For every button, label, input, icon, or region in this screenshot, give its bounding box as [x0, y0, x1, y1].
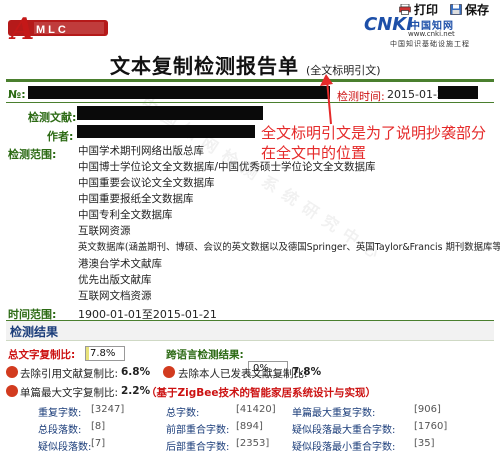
total-ratio-label: 总文字复制比: — [8, 349, 76, 361]
list-item: 互联网文档资源 — [78, 289, 152, 302]
stat-label: 前部重合字数: — [166, 425, 230, 436]
list-item: 中国博士学位论文全文数据库/中国优秀硕士学位论文全文数据库 — [78, 161, 376, 174]
list-item: 中国学术期刊网络出版总库 — [78, 145, 204, 157]
document-label: 检测文献: — [28, 111, 77, 124]
detect-time-redacted — [438, 86, 478, 99]
svg-text:MLC: MLC — [36, 24, 69, 36]
list-item: 互联网资源 — [78, 225, 131, 238]
list-item: 中国重要会议论文全文数据库 — [78, 177, 215, 190]
excl-self-value: 7.8% — [292, 366, 322, 378]
header-divider — [6, 79, 494, 82]
stat-value: [1760] — [414, 421, 448, 432]
warning-icon — [163, 366, 175, 378]
stat-value: [8] — [91, 421, 106, 432]
cross-lang-label: 跨语言检测结果: — [166, 349, 244, 361]
printer-icon — [399, 3, 411, 15]
list-item: 港澳台学术文献库 — [78, 257, 162, 270]
author-redacted — [77, 125, 255, 138]
number-divider — [6, 102, 494, 103]
document-redacted — [77, 106, 263, 120]
warning-icon — [6, 366, 18, 378]
stat-value: [7] — [91, 438, 106, 449]
excl-ref-label: 去除引用文献复制比: — [20, 368, 119, 380]
report-number-label: №: — [8, 88, 26, 101]
range-label: 检测范围: — [8, 148, 57, 161]
annotation-arrow-icon — [320, 74, 333, 125]
report-number-redacted — [28, 86, 330, 99]
max-single-title[interactable]: （基于ZigBee技术的智能家居系统设计与实现） — [146, 385, 376, 400]
stat-value: [3247] — [91, 404, 125, 415]
total-ratio-bar: 7.8% — [85, 346, 125, 361]
cnki-logo: CNKI 中国知网 www.cnki.net 中国知识基础设施工程 — [364, 14, 470, 48]
disk-icon — [450, 3, 462, 15]
list-item: 优先出版文献库 — [78, 273, 152, 286]
results-header: 检测结果 — [6, 320, 494, 341]
list-item: 英文数据库(涵盖期刊、博硕、会议的英文数据以及德国Springer、英国Tayl… — [78, 241, 500, 253]
stat-value: [35] — [414, 438, 435, 449]
excl-self-label: 去除本人已发表文献复制比: — [178, 368, 308, 380]
stat-label: 重复字数: — [38, 408, 82, 419]
stat-value: [906] — [414, 404, 441, 415]
list-item: 中国专利全文数据库 — [78, 209, 173, 222]
report-title-tag: (全文标明引文) — [306, 64, 381, 77]
amlc-logo: A MLC — [8, 8, 108, 48]
stat-label: 疑似段落最大重合字数: — [292, 425, 396, 436]
excl-ref-value: 6.8% — [121, 366, 151, 378]
stat-value: [894] — [236, 421, 263, 432]
svg-text:A: A — [8, 12, 34, 47]
total-ratio-fill — [86, 347, 89, 360]
stat-label: 总段落数: — [38, 425, 82, 436]
warning-icon — [6, 385, 18, 397]
stat-label: 单篇最大重复字数: — [292, 408, 376, 419]
range-list: 中国学术期刊网络出版总库 中国博士学位论文全文数据库/中国优秀硕士学位论文全文数… — [78, 143, 500, 304]
report-title: 文本复制检测报告单 — [110, 54, 299, 78]
list-item: 中国重要报纸全文数据库 — [78, 193, 194, 206]
stat-value: [41420] — [236, 404, 276, 415]
max-single-label: 单篇最大文字复制比: — [20, 387, 119, 399]
stat-label: 总字数: — [166, 408, 200, 419]
author-label: 作者: — [47, 130, 74, 143]
stat-value: [2353] — [236, 438, 270, 449]
